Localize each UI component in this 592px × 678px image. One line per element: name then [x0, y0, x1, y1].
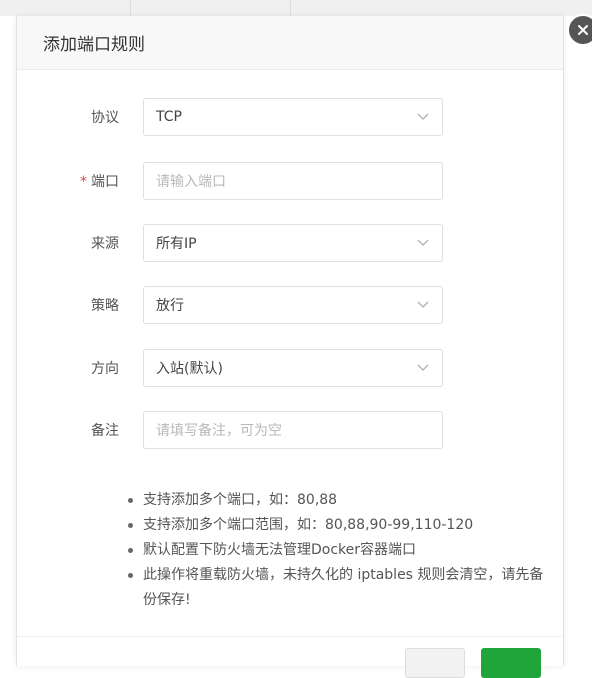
- direction-label: 方向: [91, 361, 119, 377]
- strategy-row: 策略 放行: [17, 286, 443, 324]
- strategy-label: 策略: [91, 298, 119, 314]
- background-strip: [0, 0, 592, 16]
- direction-value: 入站(默认): [156, 361, 223, 377]
- source-row: 来源 所有IP: [17, 224, 443, 262]
- required-mark: *: [80, 174, 87, 190]
- source-value: 所有IP: [156, 236, 197, 252]
- protocol-value: TCP: [156, 109, 182, 125]
- tip-item: 支持添加多个端口，如：80,88: [125, 488, 545, 513]
- remark-label: 备注: [91, 423, 119, 439]
- footer-divider: [17, 636, 563, 637]
- tip-item: 此操作将重载防火墙，未持久化的 iptables 规则会清空，请先备份保存!: [125, 563, 545, 613]
- dialog-header: 添加端口规则: [17, 16, 563, 70]
- direction-row: 方向 入站(默认): [17, 349, 443, 387]
- port-label: * 端口: [17, 171, 143, 191]
- protocol-row: 协议 TCP: [17, 98, 443, 136]
- remark-placeholder: 请填写备注，可为空: [156, 423, 282, 439]
- port-row: * 端口 请输入端口: [17, 162, 443, 200]
- chevron-down-icon: [416, 361, 430, 375]
- chevron-down-icon: [416, 236, 430, 250]
- chevron-down-icon: [416, 298, 430, 312]
- tip-item: 支持添加多个端口范围，如：80,88,90-99,110-120: [125, 513, 545, 538]
- remark-input[interactable]: 请填写备注，可为空: [143, 411, 443, 449]
- protocol-select[interactable]: TCP: [143, 98, 443, 136]
- source-label: 来源: [91, 236, 119, 252]
- port-input[interactable]: 请输入端口: [143, 162, 443, 200]
- close-button[interactable]: [567, 14, 592, 46]
- tips-list: 支持添加多个端口，如：80,88 支持添加多个端口范围，如：80,88,90-9…: [125, 488, 545, 613]
- background-segment: [130, 0, 291, 16]
- port-placeholder: 请输入端口: [156, 174, 226, 190]
- dialog-title: 添加端口规则: [43, 35, 145, 55]
- port-label-text: 端口: [91, 174, 119, 190]
- add-port-rule-dialog: 添加端口规则 协议 TCP * 端口 请输入端口 来源 所有IP 策略 放行 方…: [16, 14, 592, 678]
- strategy-select[interactable]: 放行: [143, 286, 443, 324]
- direction-select[interactable]: 入站(默认): [143, 349, 443, 387]
- protocol-label: 协议: [91, 110, 119, 126]
- tip-item: 默认配置下防火墙无法管理Docker容器端口: [125, 538, 545, 563]
- source-select[interactable]: 所有IP: [143, 224, 443, 262]
- background-segment: [0, 0, 131, 16]
- chevron-down-icon: [416, 110, 430, 124]
- close-icon: [577, 21, 589, 40]
- strategy-value: 放行: [156, 298, 184, 314]
- remark-row: 备注 请填写备注，可为空: [17, 411, 443, 449]
